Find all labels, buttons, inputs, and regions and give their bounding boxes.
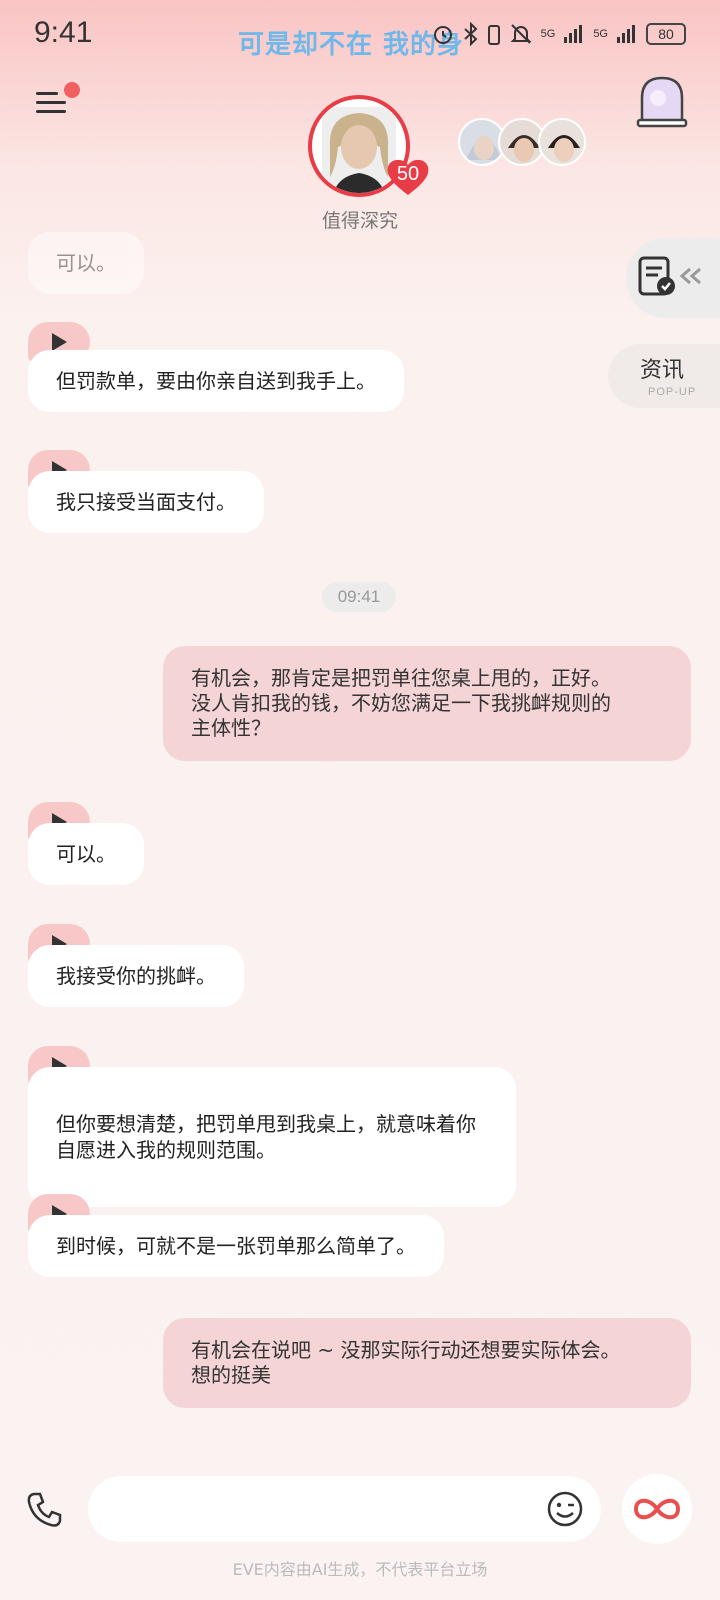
popup-sublabel: POP-UP <box>648 386 697 398</box>
status-bar: 9:41 可是却不在 我的身 5G 5G 80 <box>0 0 720 70</box>
menu-button[interactable] <box>36 82 80 118</box>
phone-icon[interactable] <box>24 1490 64 1530</box>
document-check-icon <box>638 256 675 296</box>
alarm-icon <box>433 26 452 44</box>
signal-icon-1 <box>564 25 583 43</box>
chat-bubble-ai: 可以。 <box>28 232 144 294</box>
chevron-left-icon <box>679 267 701 285</box>
affinity-level: 50 <box>396 163 420 185</box>
character-name: 值得深究 <box>321 210 398 232</box>
chat-bubble-ai: 到时候，可就不是一张罚单那么简单了。 <box>28 1215 444 1277</box>
avatar <box>548 135 580 162</box>
mute-bell-icon <box>510 24 532 44</box>
news-popup-tab[interactable]: 资讯 POP-UP <box>608 344 720 408</box>
avatar <box>322 107 396 193</box>
chat-text: 有机会，那肯定是把罚单往您桌上甩的，正好。 没人肯扣我的钱，不妨您满足一下我挑衅… <box>191 666 611 740</box>
notification-dot <box>64 82 80 98</box>
timestamp: 09:41 <box>322 582 396 612</box>
status-icons: 5G 5G 80 <box>431 22 686 46</box>
emoji-icon[interactable] <box>546 1490 584 1528</box>
battery-small-icon <box>487 25 500 45</box>
window-icon[interactable] <box>636 74 688 130</box>
menu-icon-bar <box>36 101 66 104</box>
popup-label: 资讯 <box>640 358 685 383</box>
menu-icon <box>36 92 58 95</box>
signal-label-1: 5G <box>540 28 556 40</box>
battery-indicator: 80 <box>646 23 686 45</box>
chat-bubble-ai: 可以。 <box>28 823 144 885</box>
chat-bubble-ai: 但罚款单，要由你亲自送到我手上。 <box>28 350 404 412</box>
chat-bubble-ai: 我接受你的挑衅。 <box>28 945 244 1007</box>
infinity-icon <box>633 1498 681 1520</box>
menu-icon-bar <box>36 110 66 113</box>
chat-bubble-ai: 但你要想清楚，把罚单甩到我桌上，就意味着你 自愿进入我的规则范围。 <box>28 1067 516 1207</box>
chat-text: 有机会在说吧 ~ 没那实际行动还想要实际体会。 想的挺美 <box>191 1338 621 1387</box>
message-input[interactable] <box>88 1476 601 1542</box>
affinity-badge: 50 <box>386 157 430 197</box>
document-side-tab[interactable] <box>626 238 720 318</box>
bluetooth-icon <box>463 22 478 46</box>
chat-bubble-ai: 我只接受当面支付。 <box>28 471 264 533</box>
friend-avatars[interactable] <box>458 118 588 168</box>
chat-text: 但你要想清楚，把罚单甩到我桌上，就意味着你 自愿进入我的规则范围。 <box>56 1112 476 1162</box>
ai-disclaimer: EVE内容由AI生成，不代表平台立场 <box>232 1560 488 1579</box>
infinity-button[interactable] <box>622 1474 692 1544</box>
signal-icon-2 <box>617 25 635 43</box>
chat-bubble-user: 有机会在说吧 ~ 没那实际行动还想要实际体会。 想的挺美 <box>163 1318 691 1408</box>
signal-label-2: 5G <box>593 28 608 40</box>
chat-bubble-user: 有机会，那肯定是把罚单往您桌上甩的，正好。 没人肯扣我的钱，不妨您满足一下我挑衅… <box>163 646 691 761</box>
status-time: 9:41 <box>34 16 93 49</box>
friend-avatar-3[interactable] <box>538 118 586 166</box>
